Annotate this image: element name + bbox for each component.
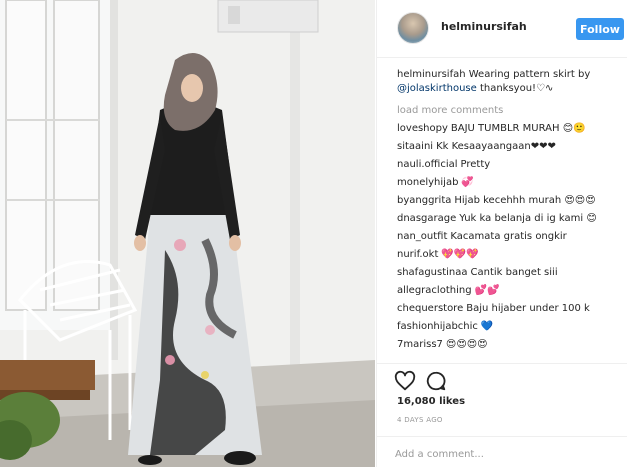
comment-username[interactable]: 7mariss7 — [397, 339, 443, 350]
comment-username[interactable]: loveshopy — [397, 123, 448, 134]
post-timestamp[interactable]: 4 DAYS AGO — [397, 416, 443, 424]
comment-text: Kacamata gratis ongkir — [450, 231, 567, 242]
comment-username[interactable]: allegraclothing — [397, 285, 472, 296]
comment-text: 💞 — [461, 177, 474, 188]
post-author-username[interactable]: helminursifah — [441, 20, 527, 33]
load-more-comments-link[interactable]: load more comments — [397, 102, 619, 120]
comment-item: nan_outfit Kacamata gratis ongkir — [397, 228, 619, 246]
comment-list: helminursifah Wearing pattern skirt by @… — [397, 68, 619, 363]
comment-text: 💙 — [480, 321, 494, 332]
caption-mention[interactable]: @jolaskirthouse — [397, 83, 477, 94]
post-actions: 16,080 likes 4 DAYS AGO — [377, 363, 627, 467]
comment-username[interactable]: monelyhijab — [397, 177, 458, 188]
comment-text: Hijab kecehhh murah 😍😍😍 — [454, 195, 596, 206]
comment-username[interactable]: fashionhijabchic — [397, 321, 478, 332]
comment-item: fashionhijabchic 💙 — [397, 318, 619, 336]
comment-text: BAJU TUMBLR MURAH 😊🙂 — [450, 123, 586, 134]
comment-username[interactable]: byanggrita — [397, 195, 451, 206]
heart-icon[interactable] — [394, 370, 416, 392]
add-comment-section — [377, 436, 627, 467]
post-detail-panel: helminursifah Follow helminursifah Weari… — [376, 0, 627, 467]
comment-username[interactable]: nan_outfit — [397, 231, 447, 242]
caption-text-end: thanksyou!♡∿ — [476, 83, 554, 94]
comment-item: allegraclothing 💕💕 — [397, 282, 619, 300]
comment-text: Baju hijaber under 100 k — [466, 303, 590, 314]
caption-text: Wearing pattern skirt by — [465, 69, 591, 80]
comment-username[interactable]: nurif.okt — [397, 249, 438, 260]
comment-username[interactable]: shafagustinaa — [397, 267, 468, 278]
follow-button[interactable]: Follow — [576, 18, 624, 40]
caption-username[interactable]: helminursifah — [397, 69, 466, 80]
post-photo-illustration — [0, 0, 375, 467]
comment-username[interactable]: nauli.official — [397, 159, 458, 170]
comment-text: Kk Kesaayaangaan❤❤❤ — [436, 141, 556, 152]
comment-item: shafagustinaa Cantik banget siii — [397, 264, 619, 282]
comment-item: monelyhijab 💞 — [397, 174, 619, 192]
comment-item: dnasgarage Yuk ka belanja di ig kami 😊 — [397, 210, 619, 228]
comment-text: 💕💕 — [474, 285, 500, 296]
comment-username[interactable]: chequerstore — [397, 303, 463, 314]
comment-text: 😍😍😍😍 — [445, 339, 488, 350]
add-comment-input[interactable] — [395, 445, 610, 463]
comment-item: nauli.official Pretty — [397, 156, 619, 174]
comment-item: chequerstore Baju hijaber under 100 k — [397, 300, 619, 318]
post-caption: helminursifah Wearing pattern skirt by @… — [397, 68, 619, 96]
comment-item: 7mariss7 😍😍😍😍 — [397, 336, 619, 354]
avatar[interactable] — [397, 12, 429, 44]
comment-text: Pretty — [460, 159, 491, 170]
post-header: helminursifah Follow — [377, 0, 627, 58]
post-photo[interactable] — [0, 0, 375, 467]
comment-item: nurif.okt 💖💖💖 — [397, 246, 619, 264]
comment-username[interactable]: sitaaini — [397, 141, 433, 152]
comment-text: Yuk ka belanja di ig kami 😊 — [459, 213, 597, 224]
comment-username[interactable]: dnasgarage — [397, 213, 456, 224]
comment-item: sitaaini Kk Kesaayaangaan❤❤❤ — [397, 138, 619, 156]
comment-text: Cantik banget siii — [470, 267, 558, 278]
like-count[interactable]: 16,080 likes — [397, 396, 465, 407]
comment-bubble-icon[interactable] — [425, 370, 447, 392]
comment-item: byanggrita Hijab kecehhh murah 😍😍😍 — [397, 192, 619, 210]
comment-item: loveshopy BAJU TUMBLR MURAH 😊🙂 — [397, 120, 619, 138]
comment-text: 💖💖💖 — [441, 249, 479, 260]
